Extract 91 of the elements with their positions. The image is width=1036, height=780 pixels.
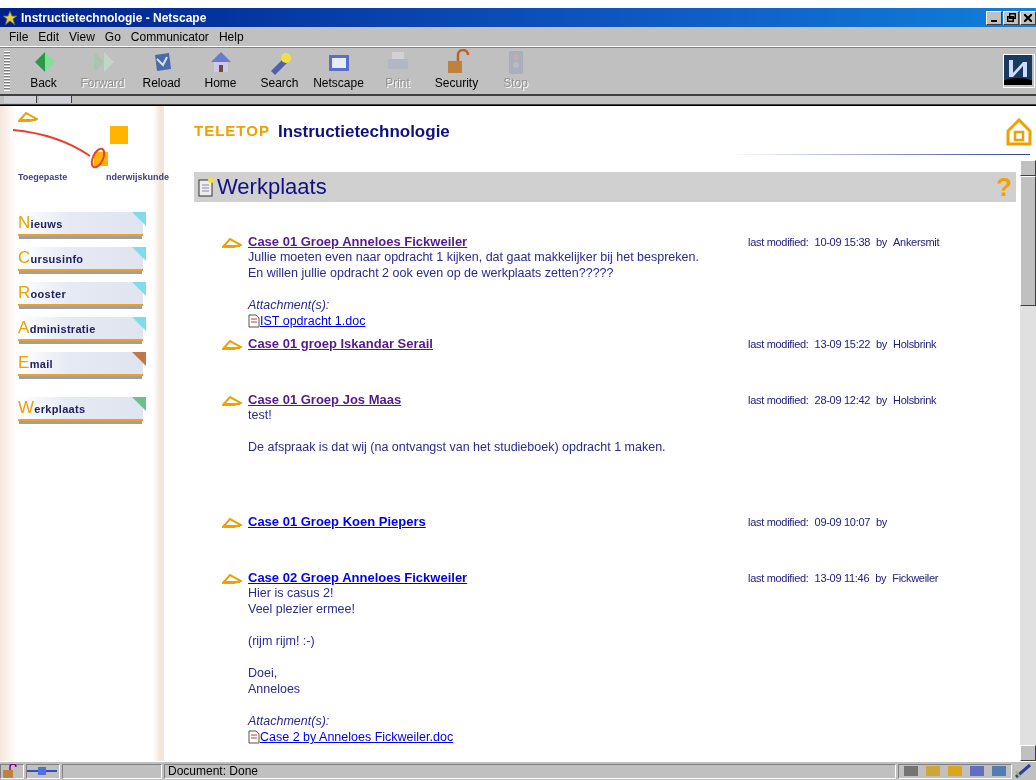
star-icon xyxy=(2,9,18,26)
message-text: test! xyxy=(248,407,273,423)
window-title: Instructietechnologie - Netscape xyxy=(21,10,208,25)
logo-text: Toegepaste xyxy=(18,172,68,182)
section-title: Werkplaats xyxy=(217,174,328,200)
attachment-link[interactable]: Case 2 by Anneloes Fickweiler.doc xyxy=(260,729,454,745)
meta-label: last modified: xyxy=(748,393,809,406)
message-text: En willen jullie opdracht 2 ook even op de werkplaats zetten????? xyxy=(248,265,615,281)
post-title-link[interactable]: Case 01 Groep Jos Maas xyxy=(248,392,748,407)
meta-label: last modified: xyxy=(748,515,809,528)
author-name: Fickweiler xyxy=(892,571,939,584)
toolbar-button[interactable]: Reload xyxy=(132,49,191,93)
document-icon xyxy=(248,730,260,744)
browser-logo[interactable] xyxy=(1003,54,1035,88)
security-indicator[interactable] xyxy=(0,763,24,779)
menu-item[interactable]: File xyxy=(4,29,34,44)
nav-item[interactable]: Cursusinfo xyxy=(18,247,143,271)
logo-text: nderwijskunde xyxy=(106,172,169,182)
scrollbar[interactable] xyxy=(1020,160,1036,761)
pen-icon xyxy=(222,337,242,350)
pen-icon xyxy=(222,393,242,406)
pen-icon xyxy=(222,515,242,528)
menu-item[interactable]: Communicator xyxy=(125,29,214,44)
meta-label: by xyxy=(876,337,888,350)
toolbar-button[interactable]: Netscape xyxy=(309,49,368,93)
scroll-thumb[interactable] xyxy=(1020,176,1036,306)
post-title-link[interactable]: Case 02 Groep Anneloes Fickweiler xyxy=(248,570,748,585)
attachments-label: Attachment(s): xyxy=(248,297,331,313)
notepad-icon xyxy=(198,177,214,197)
modified-date: 10-09 15:38 xyxy=(814,235,871,248)
menu-item[interactable]: Edit xyxy=(33,29,65,44)
toolbar-button[interactable]: Search xyxy=(250,49,309,93)
site-title: Instructietechnologie xyxy=(277,122,451,142)
menu-item[interactable]: Go xyxy=(99,29,126,44)
toolbar-button[interactable]: Security xyxy=(427,49,486,93)
status-text: Document: Done xyxy=(164,763,896,779)
toolbar-grip[interactable] xyxy=(4,51,10,91)
post-title-link[interactable]: Case 01 groep Iskandar Serail xyxy=(248,336,748,351)
toolbar-button[interactable]: Back xyxy=(14,49,73,93)
modified-date: 13-09 15:22 xyxy=(814,337,871,350)
menu-item[interactable]: Help xyxy=(213,29,249,44)
message-text: Jullie moeten even naar opdracht 1 kijken, dat gaat makkelijker bij het bespreken. xyxy=(248,249,700,265)
meta-label: by xyxy=(876,235,888,248)
toolbar-tab[interactable] xyxy=(4,96,37,103)
brand-logo: TELETOP xyxy=(194,122,270,139)
menu-item[interactable]: View xyxy=(64,29,100,44)
pen-icon xyxy=(18,110,38,122)
nav-item[interactable]: Rooster xyxy=(18,282,143,306)
meta-label: last modified: xyxy=(748,235,809,248)
message-text: Hier is casus 2! xyxy=(248,585,335,601)
restore-icon xyxy=(1006,13,1016,22)
post-title-link[interactable]: Case 01 Groep Anneloes Fickweiler xyxy=(248,234,748,249)
scroll-up-button[interactable] xyxy=(1020,160,1036,176)
pen-icon xyxy=(1014,763,1034,779)
author-name: Holsbrink xyxy=(893,337,937,350)
minimize-button[interactable] xyxy=(986,10,1002,25)
attachments-label: Attachment(s): xyxy=(248,713,331,729)
nav-item[interactable]: Administratie xyxy=(18,317,143,341)
toolbar-button[interactable]: Home xyxy=(191,49,250,93)
meta-label: last modified: xyxy=(748,337,809,350)
home-icon xyxy=(1006,118,1032,146)
message-text: Doei, xyxy=(248,665,279,681)
modified-date: 28-09 12:42 xyxy=(814,393,871,406)
close-button[interactable] xyxy=(1020,10,1036,25)
pen-icon xyxy=(222,235,242,248)
nav-item[interactable]: Nieuws xyxy=(18,212,143,236)
meteor-icon xyxy=(1004,55,1032,85)
meta-label: by xyxy=(875,571,887,584)
author-name: Ankersmit xyxy=(893,235,940,248)
nav-item[interactable]: Werkplaats xyxy=(18,397,143,421)
message-text: Veel plezier ermee! xyxy=(248,601,356,617)
modified-date: 09-09 10:07 xyxy=(814,515,871,528)
document-icon xyxy=(248,314,260,328)
minimize-icon xyxy=(991,19,997,22)
scroll-down-button[interactable] xyxy=(1020,745,1036,761)
meta-label: by xyxy=(876,393,888,406)
modified-date: 13-09 11:46 xyxy=(814,571,870,584)
pen-icon xyxy=(222,571,242,584)
message-text: (rijm rijm! :-) xyxy=(248,633,316,649)
close-icon xyxy=(1024,13,1032,22)
nav-item[interactable]: Email xyxy=(18,352,143,376)
message-text: De afspraak is dat wij (na ontvangst van het studieboek) opdracht 1 maken. xyxy=(248,439,667,455)
meta-label: last modified: xyxy=(748,571,809,584)
post-title-link[interactable]: Case 01 Groep Koen Piepers xyxy=(248,514,748,529)
message-text: Anneloes xyxy=(248,681,302,697)
meta-label: by xyxy=(876,515,888,528)
attachment-link[interactable]: IST opdracht 1.doc xyxy=(260,313,366,329)
author-name: Holsbrink xyxy=(893,393,937,406)
toolbar-tab[interactable] xyxy=(39,96,72,103)
padlock-icon xyxy=(1,764,19,778)
restore-button[interactable] xyxy=(1003,10,1019,25)
